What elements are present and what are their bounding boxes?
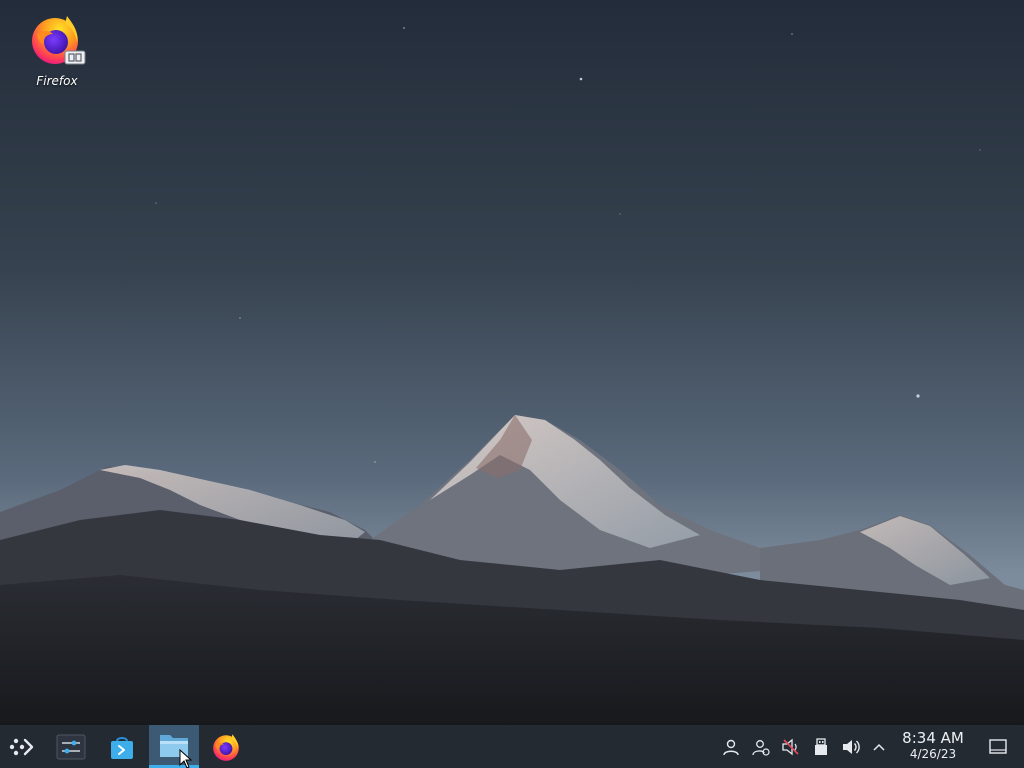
task-firefox[interactable] bbox=[203, 725, 249, 768]
application-launcher-button[interactable] bbox=[6, 725, 38, 768]
user-icon[interactable] bbox=[720, 736, 742, 758]
application-launcher-icon bbox=[9, 738, 34, 755]
desktop-icon-label: Firefox bbox=[36, 74, 78, 88]
show-desktop-button[interactable] bbox=[987, 736, 1009, 758]
discover-store-icon bbox=[111, 736, 133, 759]
clock-date: 4/26/23 bbox=[909, 747, 957, 761]
task-system-settings[interactable] bbox=[48, 725, 94, 768]
clock-time: 8:34 AM bbox=[902, 729, 964, 747]
dolphin-folder-icon bbox=[160, 735, 188, 757]
audio-muted-icon[interactable] bbox=[780, 736, 802, 758]
taskbar: 8:34 AM 4/26/23 bbox=[0, 724, 1024, 768]
task-discover[interactable] bbox=[99, 725, 145, 768]
removable-device-icon[interactable] bbox=[810, 736, 832, 758]
digital-clock[interactable]: 8:34 AM 4/26/23 bbox=[896, 731, 970, 763]
firefox-icon bbox=[213, 733, 239, 761]
volume-icon[interactable] bbox=[840, 736, 862, 758]
desktop-icon-firefox[interactable]: Firefox bbox=[18, 8, 96, 100]
firefox-icon bbox=[32, 16, 86, 65]
task-dolphin[interactable] bbox=[149, 725, 199, 768]
show-desktop-icon bbox=[989, 739, 1007, 754]
wallpaper-mountains bbox=[0, 0, 1024, 768]
expand-tray-chevron-icon[interactable] bbox=[868, 736, 890, 758]
user-switch-icon[interactable] bbox=[750, 736, 772, 758]
desktop[interactable]: Firefox 8:34 AM 4/26/23 bbox=[0, 0, 1024, 768]
system-settings-icon bbox=[56, 734, 86, 759]
